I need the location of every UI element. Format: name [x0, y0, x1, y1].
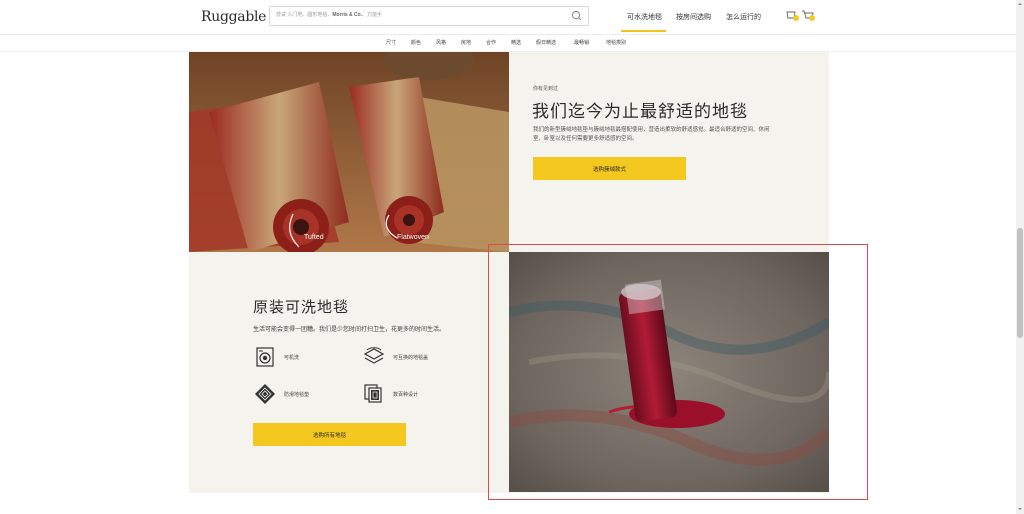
feature-machine-washable: 可机洗 [254, 346, 374, 370]
subnav-item-style[interactable]: 风格 [436, 39, 446, 46]
feature-hundreds-of-designs: 数百种设计 [363, 383, 483, 407]
promo-title: 我们迄今为止最舒适的地毯 [532, 102, 748, 122]
subnav-item-size[interactable]: 尺寸 [386, 39, 396, 46]
flatwoven-label: Flatwoven [397, 234, 429, 241]
scroll-up-arrow-icon[interactable] [1017, 1, 1023, 7]
tufted-label: Tufted [304, 234, 324, 241]
feature-label: 数百种设计 [393, 392, 419, 398]
shop-tufted-button[interactable]: 选购簇绒款式 [533, 157, 686, 180]
washing-machine-icon [256, 347, 274, 367]
scroll-down-arrow-icon[interactable] [1017, 506, 1023, 512]
feature-label: 可机洗 [284, 355, 300, 361]
feature-interchangeable-cover: 可互换的地毯盖 [363, 346, 483, 370]
subnav-item-collab[interactable]: 合作 [486, 39, 496, 46]
promo-kicker: 你有见到过 [533, 86, 559, 92]
subnav-item-rug-types[interactable]: 地毯类别 [606, 39, 626, 46]
feature-label: 防滑地毯垫 [284, 392, 310, 398]
site-header: Ruggable 尝试 入门地、圆形地毯、Morris & Co.、万能手 可水… [0, 0, 1016, 35]
search-input[interactable]: 尝试 入门地、圆形地毯、Morris & Co.、万能手 [269, 6, 589, 26]
washable-rugs-subtitle: 生活可能会变得一团糟。我们是少您时间打扫卫生，花更多的时间生活。 [253, 327, 446, 333]
search-placeholder: 尝试 入门地、圆形地毯、Morris & Co.、万能手 [276, 12, 383, 18]
shop-all-rugs-button[interactable]: 选购所有地毯 [253, 423, 406, 446]
subnav-item-holiday[interactable]: 假日精选 [536, 39, 556, 46]
nav-how-it-works[interactable]: 怎么运行的 [726, 12, 761, 22]
subnav-item-bestsellers[interactable]: 最畅销 [574, 39, 589, 46]
feature-non-slip-pad: 防滑地毯垫 [254, 383, 374, 407]
highlight-box [488, 244, 868, 500]
feature-label: 可互换的地毯盖 [393, 355, 429, 361]
non-slip-pad-icon [255, 384, 275, 404]
rolled-rugs-photo: Tufted Flatwoven [189, 52, 509, 252]
subnav-item-featured[interactable]: 精选 [511, 39, 521, 46]
promo-description: 我们的新型簇绒地毯垫与簇绒地毯最搭配使用，营造出柔软的舒适感觉。最适合舒适的空间… [533, 127, 770, 142]
cart-icon[interactable] [801, 9, 817, 23]
nav-washable-rugs[interactable]: 可水洗地毯 [627, 12, 662, 22]
search-icon[interactable] [570, 9, 584, 23]
subnav-item-room[interactable]: 房地 [461, 39, 471, 46]
scrollbar-thumb[interactable] [1017, 228, 1023, 338]
active-nav-indicator [621, 30, 666, 32]
designs-icon [364, 384, 382, 403]
category-subnav: 尺寸 颜色 风格 房地 合作 精选 假日精选 最畅销 地毯类别 [0, 35, 1016, 52]
wishlist-icon[interactable] [785, 9, 801, 23]
subnav-item-color[interactable]: 颜色 [411, 39, 421, 46]
washable-rugs-title: 原装可洗地毯 [253, 298, 350, 316]
nav-shop-by-room[interactable]: 按房间选购 [676, 12, 711, 22]
layers-icon [363, 347, 385, 364]
ruggable-logo[interactable]: Ruggable [201, 9, 266, 25]
